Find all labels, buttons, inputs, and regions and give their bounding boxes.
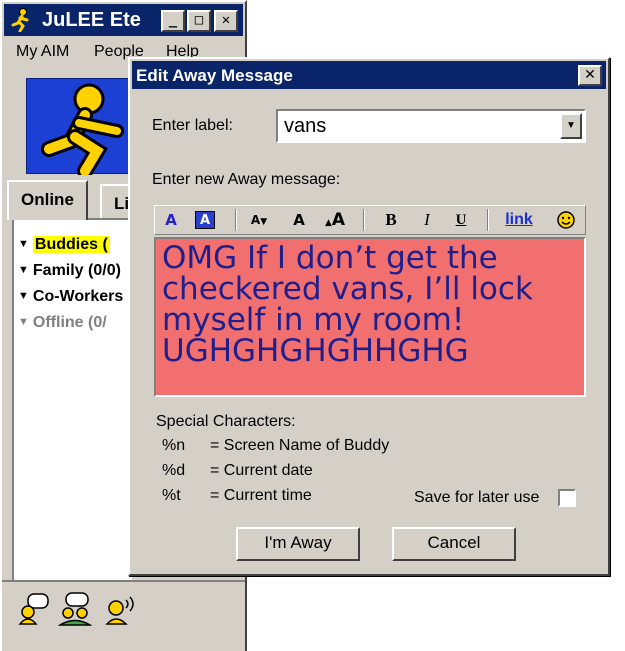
italic-button[interactable]: I (417, 209, 437, 231)
text-color-button[interactable]: A (161, 209, 181, 231)
buddy-list: ▼ Buddies ( ▼ Family (0/0) ▼ Co-Workers ▼ Of… (12, 218, 132, 580)
im-icon[interactable] (16, 592, 50, 626)
label-select[interactable]: vans ▼ (276, 109, 586, 143)
expand-arrow-icon: ▼ (18, 238, 29, 250)
insert-link-button[interactable]: link (501, 209, 537, 231)
special-char-code: %n (162, 437, 186, 454)
enter-label-prompt: Enter label: (152, 117, 233, 134)
save-for-later-checkbox[interactable] (558, 489, 576, 507)
dialog-title: Edit Away Message (136, 66, 293, 85)
toolbar-separator (235, 209, 237, 231)
special-characters-title: Special Characters: (156, 413, 296, 430)
away-message-prompt: Enter new Away message: (152, 171, 341, 188)
up-arrow-icon: ▲ (324, 218, 332, 228)
group-family[interactable]: ▼ Family (0/0) (18, 262, 121, 280)
group-co-workers[interactable]: ▼ Co-Workers (18, 288, 123, 306)
menu-my-aim[interactable]: My AIM (16, 43, 69, 61)
format-toolbar: A A A▼ A ▲A B I U link (154, 205, 586, 235)
special-char-desc: = Current time (210, 487, 312, 504)
dialog-titlebar[interactable]: Edit Away Message ✕ (132, 61, 606, 89)
normal-font-button[interactable]: A (289, 209, 309, 231)
group-buddies[interactable]: ▼ Buddies ( (18, 236, 110, 254)
bold-button[interactable]: B (381, 209, 401, 231)
increase-font-button[interactable]: ▲A (321, 209, 349, 231)
decrease-font-button[interactable]: A▼ (247, 209, 271, 231)
aim-banner (26, 78, 144, 179)
talk-icon[interactable] (104, 592, 138, 626)
toolbar-separator (487, 209, 489, 231)
chevron-down-icon[interactable]: ▼ (560, 113, 582, 139)
dialog-close-button[interactable]: ✕ (578, 65, 602, 86)
buddy-list-title: JuLEE Ete (42, 9, 141, 31)
minimize-button[interactable]: _ (161, 10, 185, 32)
cancel-button[interactable]: Cancel (392, 527, 516, 561)
underline-button[interactable]: U (451, 209, 471, 231)
edit-away-message-dialog: Edit Away Message ✕ Enter label: vans ▼ … (128, 57, 610, 576)
toolbar-separator (363, 209, 365, 231)
special-char-desc: = Current date (210, 462, 313, 479)
bottom-divider (2, 580, 245, 582)
save-for-later-label[interactable]: Save for later use (414, 489, 539, 507)
away-message-editor[interactable]: OMG If I don’t get the checkered vans, I… (154, 237, 586, 397)
tab-online[interactable]: Online (7, 180, 88, 220)
maximize-button[interactable]: □ (187, 10, 211, 32)
special-char-code: %t (162, 487, 181, 504)
close-button[interactable]: ✕ (214, 10, 238, 32)
special-char-desc: = Screen Name of Buddy (210, 437, 390, 454)
group-offline[interactable]: ▼ Offline (0/ (18, 314, 107, 332)
smiley-icon[interactable] (555, 209, 577, 231)
buddy-list-titlebar[interactable]: JuLEE Ete _ □ ✕ (4, 4, 243, 36)
im-away-button[interactable]: I'm Away (236, 527, 360, 561)
special-char-code: %d (162, 462, 186, 479)
chat-icon[interactable] (58, 592, 92, 626)
down-arrow-icon: ▼ (260, 217, 268, 227)
expand-arrow-icon: ▼ (18, 264, 29, 276)
background-color-button[interactable]: A (195, 211, 215, 229)
aim-running-man-icon (11, 8, 29, 32)
expand-arrow-icon: ▼ (18, 290, 29, 302)
label-select-value: vans (284, 115, 327, 137)
expand-arrow-icon: ▼ (18, 316, 29, 328)
